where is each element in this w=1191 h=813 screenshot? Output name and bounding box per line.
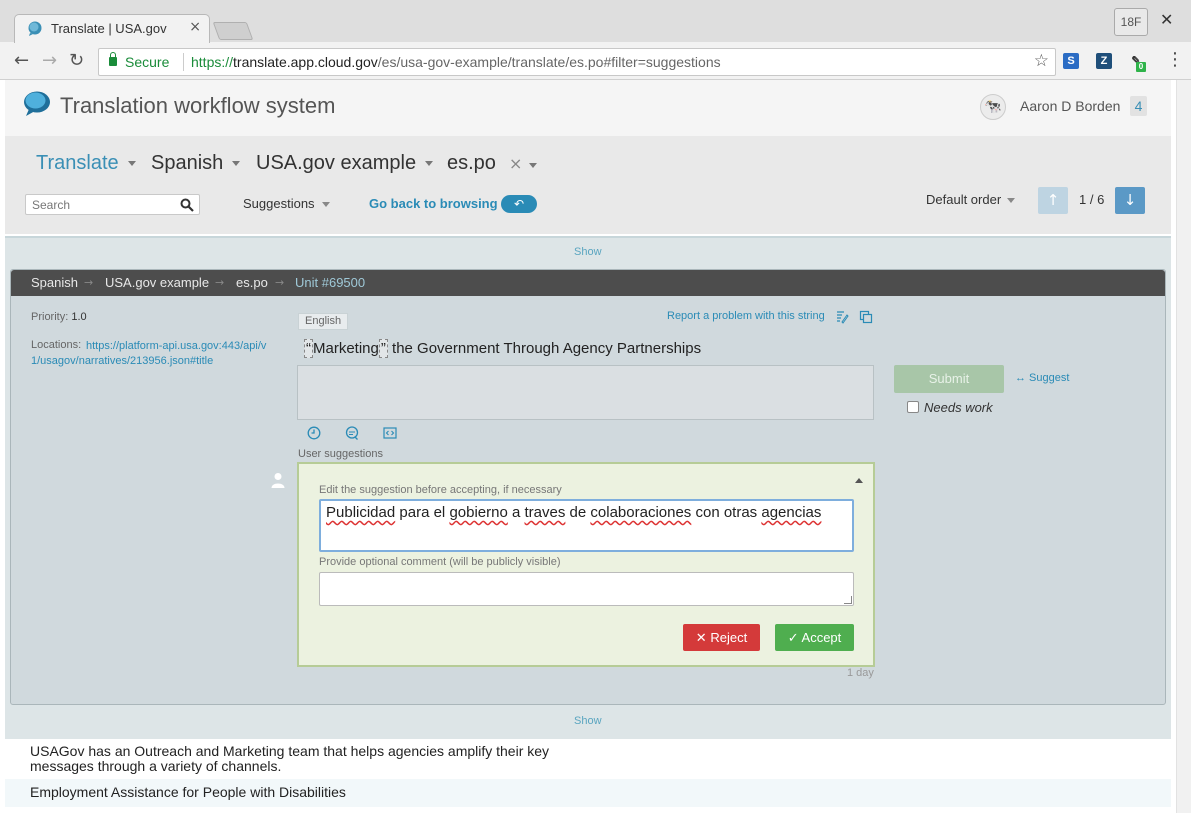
list-item[interactable]: USAGov has an Outreach and Marketing tea… bbox=[5, 739, 1171, 779]
url-text[interactable]: https://translate.app.cloud.gov/es/usa-g… bbox=[191, 54, 721, 70]
window-close-icon[interactable]: ✕ bbox=[1160, 10, 1173, 29]
arrow-right-icon: → bbox=[84, 276, 94, 289]
show-previous-link[interactable]: Show bbox=[574, 246, 602, 258]
secure-label: Secure bbox=[125, 54, 170, 70]
comment-icon[interactable] bbox=[345, 426, 359, 440]
new-tab-button[interactable] bbox=[212, 22, 254, 40]
search-input[interactable] bbox=[26, 195, 176, 214]
accept-button[interactable]: ✓ Accept bbox=[775, 624, 854, 651]
forward-arrow-icon[interactable]: → bbox=[42, 51, 57, 71]
comment-textarea[interactable] bbox=[319, 572, 854, 606]
priority: Priority: 1.0 bbox=[31, 311, 87, 323]
user-score-badge: 4 bbox=[1130, 96, 1147, 116]
username[interactable]: Aaron D Borden bbox=[1020, 98, 1120, 114]
code-tags-icon[interactable] bbox=[383, 426, 397, 440]
unit-crumb-language[interactable]: Spanish bbox=[31, 275, 78, 290]
next-unit-button[interactable]: ↓ bbox=[1115, 187, 1145, 214]
bookmark-star-icon[interactable]: ☆ bbox=[1034, 51, 1049, 71]
back-arrow-icon[interactable]: ← bbox=[14, 51, 29, 71]
order-select[interactable]: Default order bbox=[926, 192, 1016, 207]
extension-badge: 0 bbox=[1136, 62, 1146, 72]
chevron-down-icon bbox=[127, 161, 136, 167]
check-icon: ✓ bbox=[787, 630, 799, 645]
crumb-file[interactable]: es.po bbox=[447, 152, 496, 175]
chevron-down-icon bbox=[232, 161, 241, 167]
chevron-down-icon[interactable] bbox=[529, 163, 537, 168]
user-avatar[interactable]: 🐄 bbox=[980, 94, 1006, 120]
address-bar[interactable]: Secure https://translate.app.cloud.gov/e… bbox=[98, 48, 1056, 76]
app-logo-icon bbox=[24, 91, 50, 116]
unit-crumb-file[interactable]: es.po bbox=[236, 275, 268, 290]
submit-button[interactable]: Submit bbox=[894, 365, 1004, 393]
crumb-project[interactable]: USA.gov example bbox=[256, 152, 434, 175]
unit-breadcrumb: Spanish → USA.gov example → es.po → Unit… bbox=[11, 270, 1165, 296]
location-link[interactable]: https://platform-api.usa.gov:443/api/v1/… bbox=[31, 339, 271, 369]
unit-crumb-project[interactable]: USA.gov example bbox=[105, 275, 209, 290]
source-language-tag: English bbox=[298, 313, 349, 330]
lock-icon bbox=[109, 52, 117, 66]
needs-work-checkbox[interactable] bbox=[907, 401, 919, 413]
arrow-right-icon: → bbox=[215, 276, 225, 289]
search-box[interactable] bbox=[25, 194, 200, 215]
filter-select[interactable]: Suggestions bbox=[243, 196, 330, 211]
suggest-link[interactable]: ↔ Suggest bbox=[1015, 372, 1069, 384]
chevron-down-icon bbox=[321, 202, 330, 208]
user-suggestions-label: User suggestions bbox=[298, 448, 383, 460]
search-icon[interactable] bbox=[180, 198, 194, 212]
tab-title: Translate | USA.gov bbox=[51, 21, 167, 36]
suggestion-input[interactable]: Publicidad para el gobierno a traves de … bbox=[319, 499, 854, 552]
scrollbar[interactable] bbox=[1176, 80, 1191, 813]
suggestion-card: Edit the suggestion before accepting, if… bbox=[297, 462, 875, 667]
close-icon: ✕ bbox=[695, 630, 707, 645]
source-text: “Marketing” the Government Through Agenc… bbox=[304, 339, 702, 358]
url-separator bbox=[183, 53, 184, 71]
crumb-language[interactable]: Spanish bbox=[151, 152, 241, 175]
unit-number[interactable]: Unit #69500 bbox=[295, 275, 365, 290]
user-icon bbox=[271, 473, 285, 488]
chevron-down-icon bbox=[425, 161, 434, 167]
profile-badge[interactable]: 18F bbox=[1114, 8, 1148, 36]
browser-menu-icon[interactable]: ⋮ bbox=[1166, 50, 1184, 70]
resize-handle[interactable] bbox=[844, 596, 852, 604]
app-favicon-icon bbox=[28, 21, 42, 36]
list-item[interactable]: Employment Assistance for People with Di… bbox=[5, 779, 1171, 807]
extension-z-icon[interactable]: Z bbox=[1096, 53, 1112, 69]
tab-strip: Translate | USA.gov × 18F ✕ bbox=[0, 0, 1191, 43]
undo-icon[interactable]: ↶ bbox=[501, 195, 537, 213]
browser-tab[interactable]: Translate | USA.gov × bbox=[14, 14, 210, 43]
history-icon[interactable] bbox=[307, 426, 321, 440]
edit-suggestion-label: Edit the suggestion before accepting, if… bbox=[319, 484, 562, 496]
arrow-right-icon: → bbox=[275, 276, 285, 289]
tab-close-icon[interactable]: × bbox=[189, 19, 201, 35]
clear-file-icon[interactable]: × bbox=[509, 154, 522, 173]
reload-icon[interactable]: ↻ bbox=[69, 51, 84, 71]
chevron-down-icon bbox=[1007, 198, 1016, 204]
previous-unit-button[interactable]: ↑ bbox=[1038, 187, 1068, 214]
edit-note-icon[interactable] bbox=[835, 310, 849, 324]
navigation-bar: Translate Spanish USA.gov example es.po … bbox=[5, 136, 1171, 234]
report-problem-link[interactable]: Report a problem with this string bbox=[667, 310, 825, 322]
chevron-up-icon[interactable] bbox=[855, 478, 863, 483]
unit-counter: 1 / 6 bbox=[1079, 192, 1105, 207]
comment-label: Provide optional comment (will be public… bbox=[319, 556, 561, 568]
extension-s-icon[interactable]: S bbox=[1063, 53, 1079, 69]
crumb-translate[interactable]: Translate bbox=[36, 152, 136, 175]
translation-textarea[interactable] bbox=[297, 365, 874, 420]
go-back-link[interactable]: Go back to browsing bbox=[369, 196, 498, 211]
copy-icon[interactable] bbox=[859, 310, 873, 324]
app-title: Translation workflow system bbox=[60, 93, 336, 118]
needs-work-label: Needs work bbox=[924, 400, 993, 415]
reject-button[interactable]: ✕ Reject bbox=[683, 624, 760, 651]
show-next-link[interactable]: Show bbox=[574, 715, 602, 727]
suggestion-time: 1 day bbox=[847, 667, 874, 679]
app-header: Translation workflow system 🐄 Aaron D Bo… bbox=[5, 80, 1171, 136]
unit-panel: Spanish → USA.gov example → es.po → Unit… bbox=[10, 269, 1166, 705]
extension-tool-icon[interactable]: ✎ 0 bbox=[1128, 53, 1146, 72]
